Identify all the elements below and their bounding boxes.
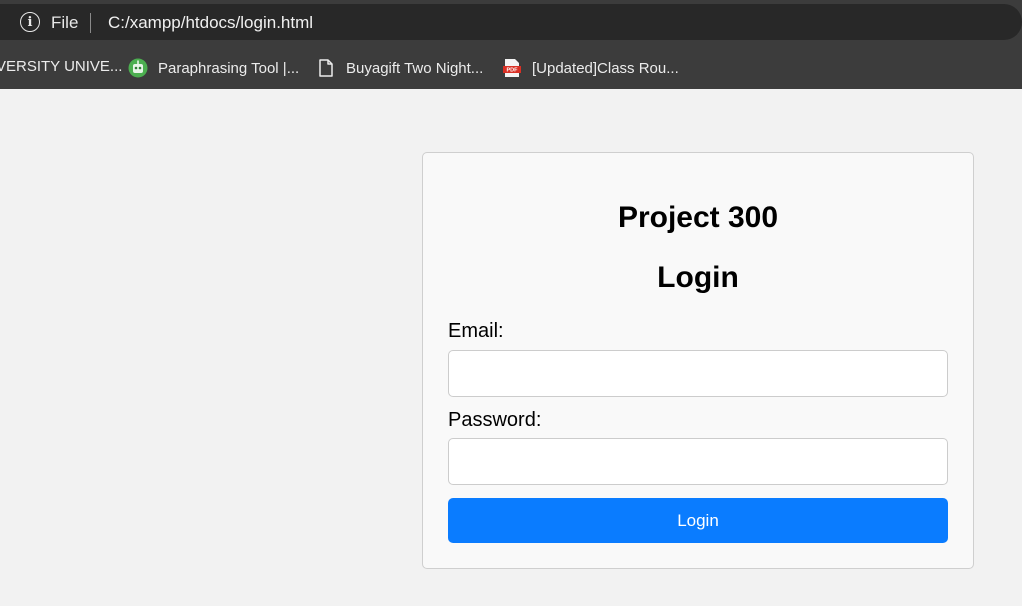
- bookmark-item[interactable]: PDF [Updated]Class Rou...: [502, 58, 679, 78]
- project-title: Project 300: [617, 201, 779, 234]
- document-icon: [319, 59, 333, 77]
- login-heading: Login: [657, 261, 739, 294]
- email-field[interactable]: [448, 350, 948, 397]
- url-divider: [90, 13, 91, 33]
- login-button[interactable]: Login: [448, 498, 948, 543]
- pdf-icon: PDF: [503, 59, 521, 77]
- address-bar[interactable]: i File C:/xampp/htdocs/login.html: [0, 4, 1022, 40]
- bookmark-label: Paraphrasing Tool |...: [158, 59, 300, 77]
- bookmark-label: Buyagift Two Night...: [346, 59, 484, 77]
- paraphrasing-tool-icon: [128, 58, 148, 78]
- bookmark-item[interactable]: Paraphrasing Tool |...: [128, 58, 299, 78]
- email-label: Email:: [448, 320, 504, 342]
- bookmark-item[interactable]: Buyagift Two Night...: [316, 58, 483, 78]
- url-text[interactable]: C:/xampp/htdocs/login.html: [108, 13, 313, 33]
- scheme-label[interactable]: File: [51, 13, 78, 33]
- info-icon[interactable]: i: [20, 12, 40, 32]
- bookmark-label: VERSITY UNIVE...: [0, 58, 123, 75]
- bookmark-label: [Updated]Class Rou...: [532, 59, 679, 77]
- browser-toolbar: i File C:/xampp/htdocs/login.html: [0, 0, 1022, 46]
- password-label: Password:: [448, 409, 542, 431]
- login-card: Project 300 Login Email: Password: Login: [422, 152, 974, 569]
- bookmarks-bar: VERSITY UNIVE... Paraphrasing Tool |... …: [0, 46, 1022, 89]
- svg-text:PDF: PDF: [507, 68, 519, 74]
- password-field[interactable]: [448, 438, 948, 485]
- bookmark-item[interactable]: VERSITY UNIVE...: [0, 58, 122, 75]
